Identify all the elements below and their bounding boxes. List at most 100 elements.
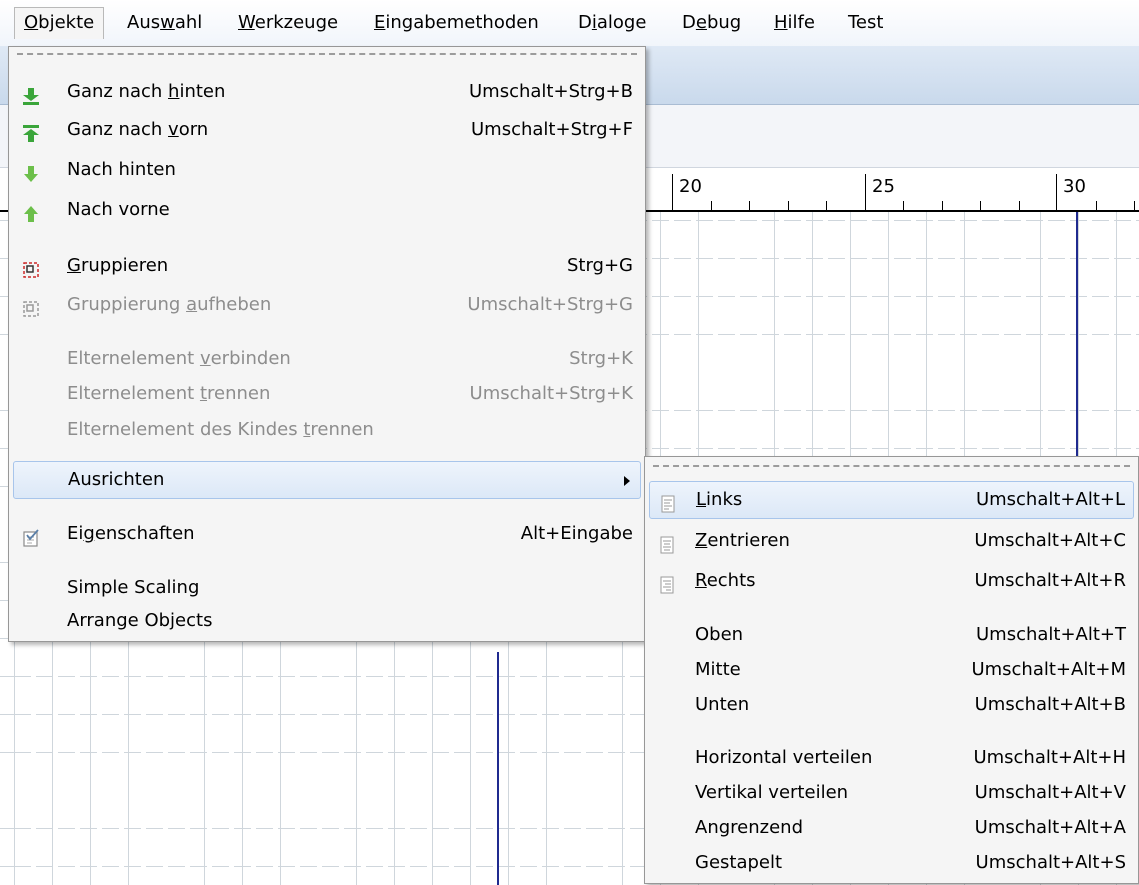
- menu-item-elternelement-verbinden: Elternelement verbinden Strg+K: [13, 340, 641, 378]
- menu-auswahl-text-rest: ahl: [174, 12, 203, 33]
- menu-item-ganz-nach-hinten[interactable]: Ganz nach hinten Umschalt+Strg+B: [13, 73, 641, 111]
- menu-item-label: Zentrieren: [695, 530, 790, 551]
- ausrichten-submenu: Links Umschalt+Alt+L Zentrieren Umschalt…: [644, 456, 1139, 884]
- submenu-item-links[interactable]: Links Umschalt+Alt+L: [649, 481, 1134, 519]
- menu-debug-text: D: [682, 12, 696, 33]
- menu-item-gruppieren[interactable]: Gruppieren Strg+G: [13, 247, 641, 285]
- menu-test[interactable]: Test: [839, 7, 892, 39]
- ruler-tick: [980, 201, 981, 210]
- menu-auswahl-text: Aus: [127, 12, 161, 33]
- menu-item-shortcut: Strg+G: [566, 255, 633, 276]
- menu-item-elternelement-trennen: Elternelement trennen Umschalt+Strg+K: [13, 375, 641, 413]
- menu-item-shortcut: Umschalt+Alt+L: [975, 489, 1125, 510]
- menu-item-shortcut: Umschalt+Alt+V: [974, 782, 1126, 803]
- menu-item-shortcut: Umschalt+Alt+T: [975, 624, 1126, 645]
- align-center-icon: [657, 531, 677, 554]
- submenu-item-angrenzend[interactable]: Angrenzend Umschalt+Alt+A: [649, 809, 1134, 847]
- menu-item-shortcut: Umschalt+Strg+K: [469, 383, 633, 404]
- menu-objekte[interactable]: Objekte: [14, 7, 105, 39]
- ungroup-icon: [21, 295, 41, 317]
- menu-item-ganz-nach-vorn[interactable]: Ganz nach vorn Umschalt+Strg+F: [13, 111, 641, 149]
- guide-line-vertical-left[interactable]: [497, 652, 499, 885]
- menu-werkzeuge[interactable]: Werkzeuge: [229, 7, 347, 39]
- ruler-tick: [826, 201, 827, 210]
- menu-item-label: Horizontal verteilen: [695, 747, 873, 768]
- submenu-item-horizontal-verteilen[interactable]: Horizontal verteilen Umschalt+Alt+H: [649, 739, 1134, 777]
- menu-dialoge-text: D: [578, 12, 592, 33]
- menu-eingabemethoden[interactable]: Eingabemethoden: [365, 7, 548, 39]
- ruler-tick: [942, 201, 943, 210]
- submenu-item-mitte[interactable]: Mitte Umschalt+Alt+M: [649, 651, 1134, 689]
- raise-top-icon: [21, 120, 41, 142]
- menu-debug-mnemonic: e: [695, 12, 707, 33]
- arrow-up-icon: [21, 200, 41, 222]
- menu-item-label: Nach hinten: [67, 159, 176, 180]
- ruler-label-25: 25: [872, 176, 895, 197]
- ruler-tick: [1096, 201, 1097, 210]
- menu-item-eigenschaften[interactable]: Eigenschaften Alt+Eingabe: [13, 515, 641, 553]
- menu-item-label: Nach vorne: [67, 199, 170, 220]
- menu-item-label: Elternelement des Kindes trennen: [67, 419, 374, 440]
- menu-item-shortcut: Umschalt+Strg+B: [469, 81, 633, 102]
- menu-item-nach-vorne[interactable]: Nach vorne: [13, 191, 641, 229]
- ruler-tick: [903, 201, 904, 210]
- submenu-arrow-icon: [624, 476, 630, 486]
- menu-item-shortcut: Alt+Eingabe: [520, 523, 633, 544]
- raise-bottom-icon: [21, 82, 41, 105]
- menu-item-elternelement-des-kindes-trennen: Elternelement des Kindes trennen: [13, 411, 641, 449]
- menu-eingabemethoden-mnemonic: E: [374, 12, 386, 33]
- menu-debug-text-rest: bug: [706, 12, 742, 33]
- menu-item-label: Ausrichten: [68, 469, 165, 490]
- menu-objekte-mnemonic: O: [24, 12, 39, 33]
- align-left-icon: [658, 491, 678, 513]
- menu-auswahl-mnemonic: w: [160, 12, 175, 33]
- group-icon: [21, 256, 41, 278]
- ruler-tick: [1134, 201, 1135, 210]
- submenu-item-gestapelt[interactable]: Gestapelt Umschalt+Alt+S: [649, 844, 1134, 882]
- menu-dialoge[interactable]: Dialoge: [569, 7, 655, 39]
- menu-auswahl[interactable]: Auswahl: [118, 7, 211, 39]
- align-right-icon: [657, 571, 677, 594]
- menu-item-label: Elternelement verbinden: [67, 348, 291, 369]
- menu-debug[interactable]: Debug: [673, 7, 750, 39]
- menu-dialoge-text-rest: aloge: [596, 12, 647, 33]
- submenu-item-zentrieren[interactable]: Zentrieren Umschalt+Alt+C: [649, 522, 1134, 560]
- ruler-tick: [865, 174, 866, 210]
- menu-item-shortcut: Strg+K: [569, 348, 633, 369]
- menu-objekte-text-rest: bjekte: [38, 12, 95, 33]
- tearoff-line[interactable]: [17, 53, 637, 55]
- menu-item-shortcut: Umschalt+Alt+R: [974, 570, 1126, 591]
- ruler-tick: [672, 174, 673, 210]
- menu-item-label: Unten: [695, 694, 750, 715]
- menu-test-text: Test: [848, 12, 884, 33]
- menu-werkzeuge-text-rest: erkzeuge: [254, 12, 339, 33]
- menu-item-label: Angrenzend: [695, 817, 803, 838]
- menu-item-label: Eigenschaften: [67, 523, 195, 544]
- submenu-item-rechts[interactable]: Rechts Umschalt+Alt+R: [649, 562, 1134, 600]
- submenu-item-vertikal-verteilen[interactable]: Vertikal verteilen Umschalt+Alt+V: [649, 774, 1134, 812]
- menu-item-label: Mitte: [695, 659, 741, 680]
- menu-item-label: Gruppierung aufheben: [67, 294, 272, 315]
- menu-item-label: Arrange Objects: [67, 610, 213, 631]
- ruler-label-30: 30: [1063, 176, 1086, 197]
- menu-item-label: Gestapelt: [695, 852, 783, 873]
- menu-item-shortcut: Umschalt+Alt+C: [974, 530, 1126, 551]
- ruler-tick: [1056, 174, 1057, 210]
- menu-item-shortcut: Umschalt+Strg+F: [471, 119, 633, 140]
- menubar: Objekte Auswahl Werkzeuge Eingabemethode…: [0, 0, 1139, 47]
- menu-hilfe-text-rest: ilfe: [787, 12, 815, 33]
- menu-item-shortcut: Umschalt+Strg+G: [467, 294, 633, 315]
- menu-item-label: Rechts: [695, 570, 756, 591]
- menu-item-nach-hinten[interactable]: Nach hinten: [13, 151, 641, 189]
- submenu-item-oben[interactable]: Oben Umschalt+Alt+T: [649, 616, 1134, 654]
- tearoff-line[interactable]: [653, 465, 1130, 467]
- submenu-item-unten[interactable]: Unten Umschalt+Alt+B: [649, 686, 1134, 724]
- menu-item-arrange-objects[interactable]: Arrange Objects: [13, 602, 641, 640]
- menu-item-ausrichten[interactable]: Ausrichten: [13, 461, 641, 499]
- menu-item-shortcut: Umschalt+Alt+B: [974, 694, 1126, 715]
- menu-eingabemethoden-text-rest: ingabemethoden: [385, 12, 539, 33]
- menu-item-label: Oben: [695, 624, 744, 645]
- ruler-tick: [1019, 201, 1020, 210]
- menu-item-label: Gruppieren: [67, 255, 169, 276]
- menu-hilfe[interactable]: Hilfe: [765, 7, 824, 39]
